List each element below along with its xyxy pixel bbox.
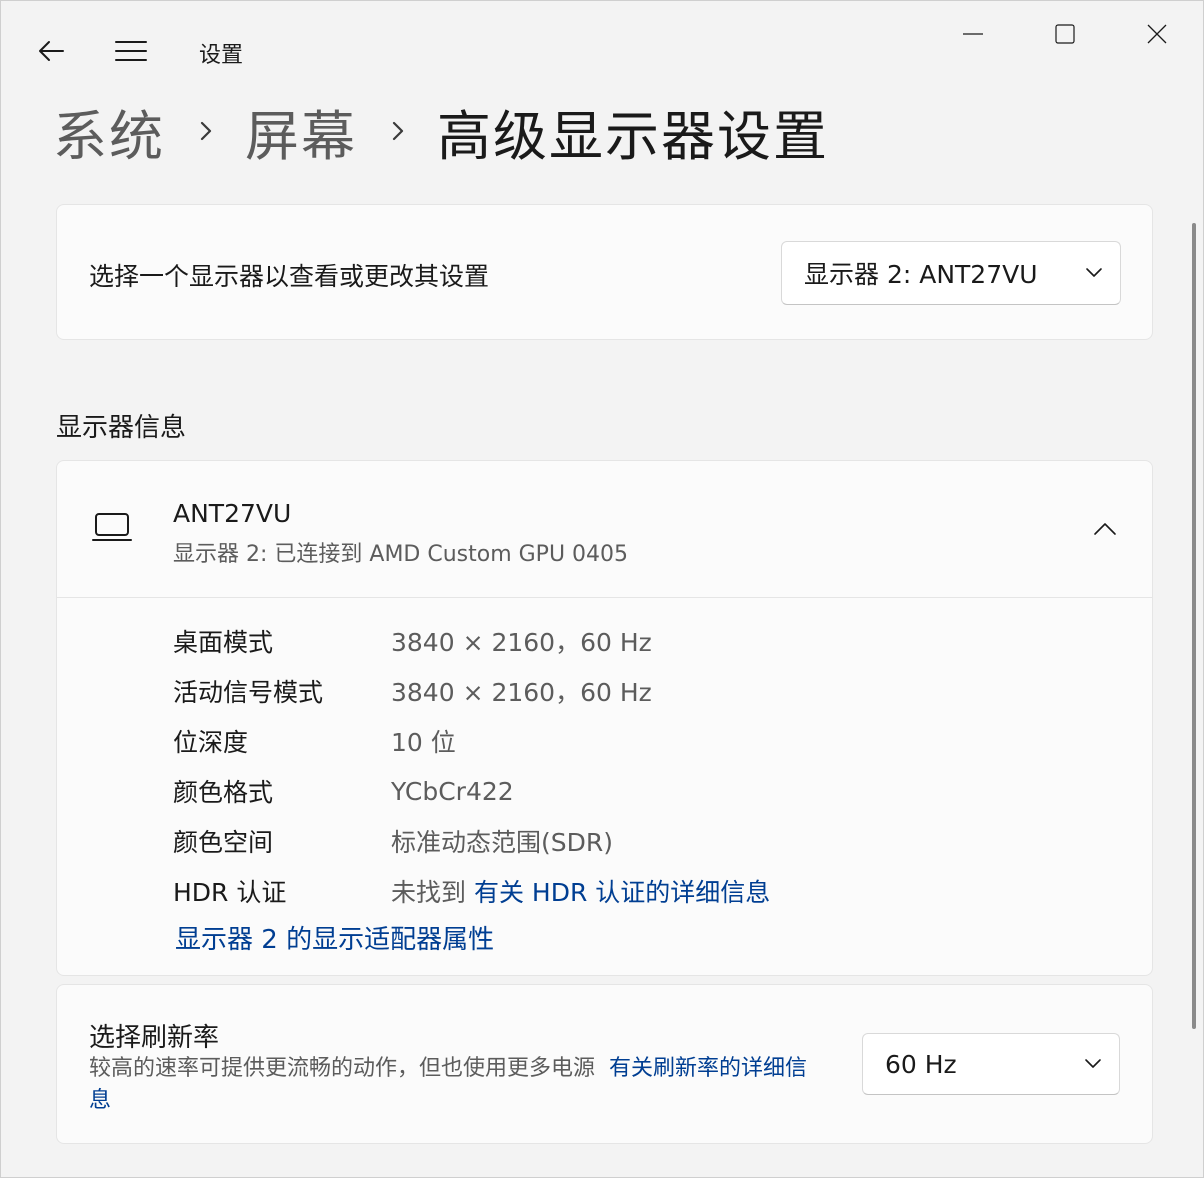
info-value: 标准动态范围(SDR) <box>391 828 613 857</box>
chevron-right-icon <box>391 119 405 143</box>
refresh-rate-card: 选择刷新率 较高的速率可提供更流畅的动作，但也使用更多电源 有关刷新率的详细信息… <box>56 984 1153 1144</box>
page-title: 高级显示器设置 <box>437 104 829 168</box>
info-row-desktop-mode: 桌面模式 3840 × 2160，60 Hz <box>173 616 770 666</box>
hamburger-menu-icon <box>115 41 147 61</box>
monitor-select-dropdown[interactable]: 显示器 2: ANT27VU <box>781 241 1121 305</box>
chevron-up-icon <box>1094 523 1116 535</box>
display-info-rows: 桌面模式 3840 × 2160，60 Hz 活动信号模式 3840 × 216… <box>173 616 770 916</box>
info-key: 位深度 <box>173 728 249 757</box>
info-key: 颜色空间 <box>173 828 274 857</box>
vertical-scrollbar[interactable] <box>1192 223 1196 1029</box>
section-title-display-info: 显示器信息 <box>56 413 187 443</box>
refresh-rate-dropdown[interactable]: 60 Hz <box>862 1033 1120 1095</box>
refresh-rate-desc-text: 较高的速率可提供更流畅的动作，但也使用更多电源 <box>89 1056 596 1081</box>
hdr-status: 未找到 <box>391 878 467 907</box>
info-value: YCbCr422 <box>391 776 514 806</box>
info-row-hdr-certification: HDR 认证 未找到 有关 HDR 认证的详细信息 <box>173 866 770 916</box>
breadcrumb: 系统 屏幕 高级显示器设置 <box>53 91 829 171</box>
maximize-button[interactable] <box>1035 11 1095 57</box>
close-icon <box>1147 24 1167 44</box>
info-value: 未找到 有关 HDR 认证的详细信息 <box>391 873 770 909</box>
display-info-card: ANT27VU 显示器 2: 已连接到 AMD Custom GPU 0405 … <box>56 460 1153 976</box>
minimize-icon <box>963 33 983 35</box>
back-arrow-icon <box>39 41 64 61</box>
info-key: HDR 认证 <box>173 878 287 907</box>
info-key: 桌面模式 <box>173 628 274 657</box>
info-row-color-format: 颜色格式 YCbCr422 <box>173 766 770 816</box>
info-key: 活动信号模式 <box>173 678 324 707</box>
title-bar: 设置 <box>1 1 1203 97</box>
settings-window: 设置 系统 屏幕 高级显示器设置 选择一个显示器以查看或更改其设置 显示器 2:… <box>0 0 1204 1178</box>
laptop-icon <box>92 513 132 541</box>
monitor-select-label: 选择一个显示器以查看或更改其设置 <box>89 262 490 291</box>
maximize-icon <box>1055 24 1075 44</box>
refresh-rate-value: 60 Hz <box>885 1049 957 1079</box>
close-button[interactable] <box>1127 11 1187 57</box>
breadcrumb-item-display[interactable]: 屏幕 <box>245 92 357 171</box>
chevron-right-icon <box>199 119 213 143</box>
info-key: 颜色格式 <box>173 778 274 807</box>
info-row-color-space: 颜色空间 标准动态范围(SDR) <box>173 816 770 866</box>
collapse-button[interactable] <box>1083 509 1127 549</box>
app-title: 设置 <box>199 43 244 68</box>
info-value: 3840 × 2160，60 Hz <box>391 678 652 707</box>
back-button[interactable] <box>31 31 71 71</box>
breadcrumb-item-system[interactable]: 系统 <box>53 92 165 171</box>
monitor-name: ANT27VU <box>173 499 292 528</box>
monitor-select-value: 显示器 2: ANT27VU <box>804 260 1038 289</box>
hdr-certification-link[interactable]: 有关 HDR 认证的详细信息 <box>474 878 770 907</box>
monitor-select-card: 选择一个显示器以查看或更改其设置 显示器 2: ANT27VU <box>56 204 1153 340</box>
info-row-bit-depth: 位深度 10 位 <box>173 716 770 766</box>
navigation-menu-button[interactable] <box>111 31 151 71</box>
display-adapter-properties-link[interactable]: 显示器 2 的显示适配器属性 <box>175 919 494 956</box>
minimize-button[interactable] <box>943 11 1003 57</box>
chevron-down-icon <box>1067 1058 1119 1070</box>
refresh-rate-description: 较高的速率可提供更流畅的动作，但也使用更多电源 有关刷新率的详细信息 <box>89 1053 819 1117</box>
info-value: 10 位 <box>391 728 456 757</box>
info-value: 3840 × 2160，60 Hz <box>391 628 652 657</box>
monitor-connection-info: 显示器 2: 已连接到 AMD Custom GPU 0405 <box>173 542 629 567</box>
info-row-active-signal-mode: 活动信号模式 3840 × 2160，60 Hz <box>173 666 770 716</box>
display-info-header[interactable]: ANT27VU 显示器 2: 已连接到 AMD Custom GPU 0405 <box>57 461 1152 598</box>
chevron-down-icon <box>1068 267 1120 279</box>
refresh-rate-title: 选择刷新率 <box>89 1023 220 1053</box>
